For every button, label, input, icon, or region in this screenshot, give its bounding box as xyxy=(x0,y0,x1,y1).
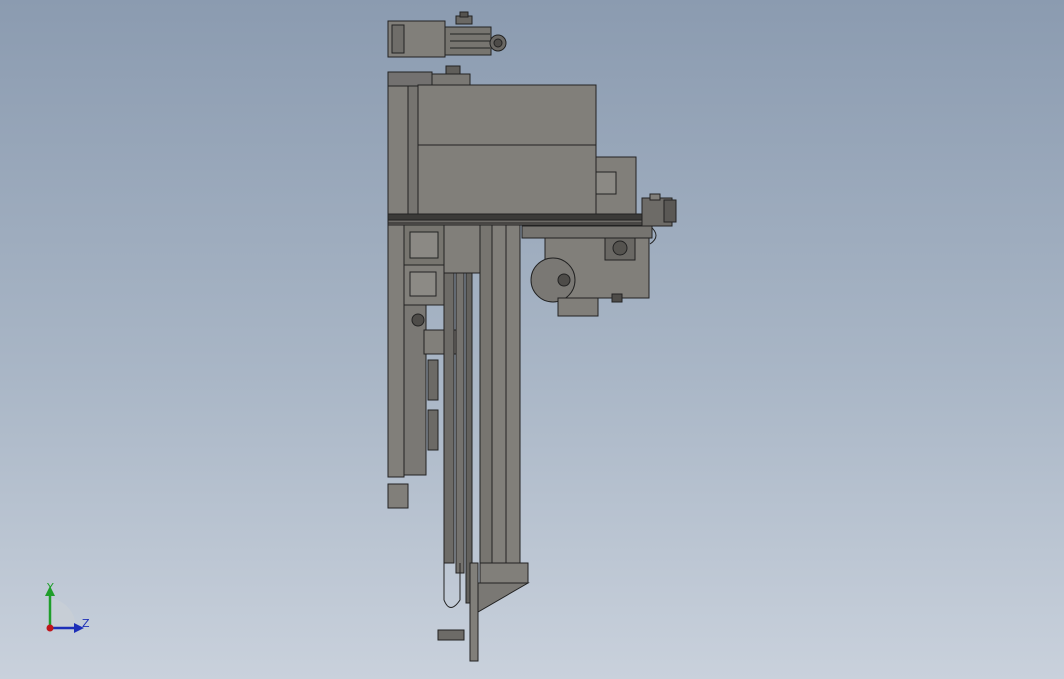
top-gear-motor xyxy=(387,11,507,58)
central-columns xyxy=(443,224,521,604)
lower-bracket xyxy=(437,562,530,662)
horizontal-rail xyxy=(387,213,651,226)
triad-plane-icon xyxy=(50,598,77,628)
x-axis-origin-icon xyxy=(46,624,54,632)
y-axis-label: Y xyxy=(47,581,54,594)
axis-triad: Y Z xyxy=(34,578,104,642)
triad-graphic xyxy=(45,586,84,633)
machine-side-view-model[interactable] xyxy=(0,0,1064,679)
z-axis-label: Z xyxy=(82,617,90,630)
upper-fitting xyxy=(387,65,471,87)
main-housing xyxy=(387,84,637,215)
side-gear-motor xyxy=(521,225,653,317)
cad-viewport[interactable]: Y Z xyxy=(0,0,1064,679)
